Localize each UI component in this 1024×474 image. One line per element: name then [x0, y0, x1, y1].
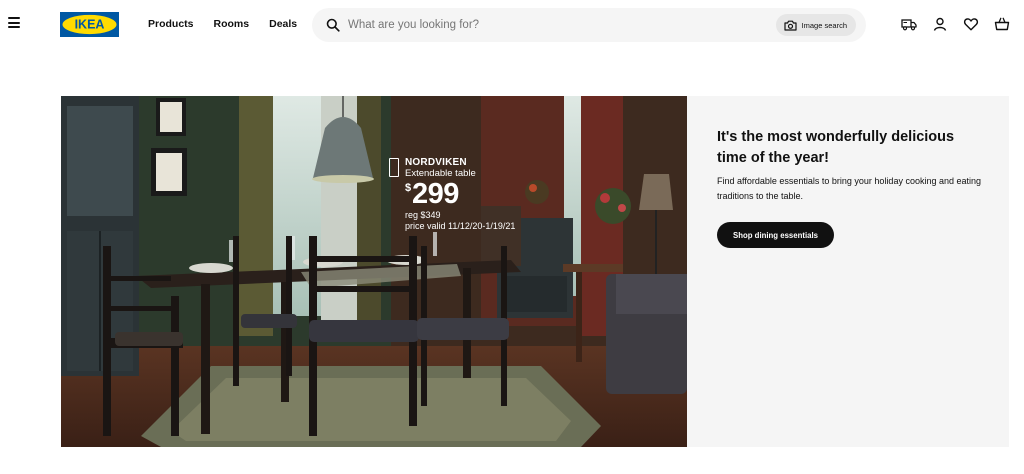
product-price: $ 299	[405, 178, 535, 210]
nav-products[interactable]: Products	[148, 17, 194, 31]
price-amount: 299	[412, 178, 459, 210]
search-icon[interactable]	[326, 18, 340, 32]
site-header: IKEA Products Rooms Deals Image search	[0, 0, 1024, 50]
camera-icon	[783, 20, 797, 31]
nav-rooms[interactable]: Rooms	[214, 17, 250, 31]
search-bar[interactable]: Image search	[312, 8, 866, 42]
hero-text-panel: It's the most wonderfully delicious time…	[687, 96, 1009, 447]
product-name: NORDVIKEN	[405, 157, 467, 168]
ikea-logo[interactable]: IKEA	[60, 12, 119, 37]
nav-deals[interactable]: Deals	[269, 17, 297, 31]
shopping-bag-icon[interactable]	[993, 15, 1011, 33]
user-icon[interactable]	[931, 15, 949, 33]
price-tag-icon	[389, 158, 399, 177]
hamburger-menu-icon[interactable]	[8, 17, 20, 28]
dining-room-illustration	[61, 96, 687, 447]
regular-price: reg $349	[405, 210, 441, 220]
hero-title: It's the most wonderfully delicious time…	[717, 129, 955, 166]
hero-description: Find affordable essentials to bring your…	[717, 176, 982, 201]
search-input[interactable]	[348, 16, 768, 34]
heart-icon[interactable]	[962, 15, 980, 33]
image-search-button[interactable]: Image search	[775, 14, 856, 36]
price-currency: $	[405, 182, 412, 194]
price-validity: price valid 11/12/20-1/19/21	[405, 221, 516, 231]
image-search-label: Image search	[801, 20, 847, 30]
shop-dining-essentials-button[interactable]: Shop dining essentials	[717, 222, 834, 248]
main-nav: Products Rooms Deals	[148, 17, 317, 31]
hero-image[interactable]: NORDVIKEN Extendable table $ 299 reg $34…	[61, 96, 687, 447]
logo-text: IKEA	[75, 18, 105, 32]
delivery-truck-icon[interactable]	[900, 15, 918, 33]
